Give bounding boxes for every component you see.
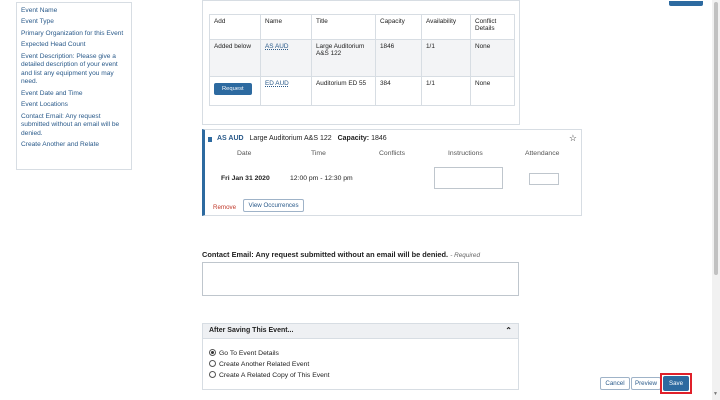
option-label: Create Another Related Event: [219, 361, 310, 368]
location-title: Large Auditorium A&S 122: [311, 39, 376, 77]
favorite-star-icon[interactable]: ☆: [569, 133, 577, 144]
location-link-as-aud[interactable]: AS AUD: [265, 43, 288, 50]
column-header-instructions: Instructions: [448, 150, 483, 157]
location-availability: 1/1: [421, 76, 471, 106]
location-conflict: None: [470, 76, 515, 106]
occurrence-date: Fri Jan 31 2020: [221, 175, 270, 182]
radio-unselected[interactable]: [209, 371, 216, 378]
column-header-title: Title: [311, 14, 376, 40]
selected-location-card: AS AUD Large Auditorium A&S 122 Capacity…: [202, 129, 582, 216]
column-header-availability: Availability: [421, 14, 471, 40]
selected-location-header: AS AUD Large Auditorium A&S 122 Capacity…: [209, 135, 387, 142]
after-saving-panel: After Saving This Event... ⌃ Go To Event…: [202, 323, 519, 390]
column-header-date: Date: [237, 150, 252, 157]
radio-unselected[interactable]: [209, 360, 216, 367]
remove-link[interactable]: Remove: [213, 204, 236, 211]
location-conflict: None: [470, 39, 515, 77]
selected-location-title: Large Auditorium A&S 122: [249, 135, 332, 142]
sidebar-item-date-time[interactable]: Event Date and Time: [21, 90, 127, 99]
add-status: Added below: [209, 39, 261, 77]
location-capacity: 1846: [375, 39, 422, 77]
attendance-input[interactable]: [529, 173, 559, 185]
capacity-label: Capacity:: [337, 135, 370, 142]
after-saving-header[interactable]: After Saving This Event... ⌃: [203, 324, 518, 339]
column-header-time: Time: [311, 150, 326, 157]
option-create-copy[interactable]: Create A Related Copy of This Event: [209, 371, 330, 379]
occurrence-time: 12:00 pm - 12:30 pm: [290, 175, 353, 182]
view-occurrences-button[interactable]: View Occurrences: [243, 199, 304, 212]
sidebar-item-primary-organization[interactable]: Primary Organization for this Event: [21, 30, 127, 39]
required-indicator: - Required: [450, 252, 481, 259]
location-availability: 1/1: [421, 39, 471, 77]
location-capacity: 384: [375, 76, 422, 106]
sidebar-item-event-locations[interactable]: Event Locations: [21, 101, 127, 110]
column-header-add: Add: [209, 14, 261, 40]
after-saving-title: After Saving This Event...: [209, 327, 294, 334]
preview-button[interactable]: Preview: [631, 377, 661, 390]
capacity-value: 1846: [371, 135, 387, 142]
column-header-conflict-details: Conflict Details: [470, 14, 515, 40]
selected-location-code[interactable]: AS AUD: [217, 135, 244, 142]
sidebar-item-event-name[interactable]: Event Name: [21, 7, 127, 16]
instructions-textarea[interactable]: [434, 167, 503, 189]
contact-email-textarea[interactable]: [202, 262, 519, 296]
column-header-capacity: Capacity: [375, 14, 422, 40]
scroll-down-arrow-icon[interactable]: ▼: [713, 391, 718, 397]
sidebar-item-create-another[interactable]: Create Another and Relate: [21, 141, 127, 150]
sidebar-item-event-description[interactable]: Event Description: Please give a detaile…: [21, 53, 127, 87]
location-link-ed-aud[interactable]: ED AUD: [265, 80, 289, 87]
locations-panel: Add Name Title Capacity Availability Con…: [202, 0, 703, 125]
sidebar-nav: Event Name Event Type Primary Organizati…: [16, 2, 132, 170]
locations-table: Add Name Title Capacity Availability Con…: [209, 14, 515, 106]
save-button[interactable]: Save: [663, 376, 689, 391]
table-row: Request ED AUD Auditorium ED 55 384 1/1 …: [209, 76, 515, 106]
column-header-conflicts: Conflicts: [379, 150, 406, 157]
search-button-partial[interactable]: [669, 1, 703, 6]
radio-selected[interactable]: [209, 349, 216, 356]
cancel-button[interactable]: Cancel: [600, 377, 630, 390]
table-header-row: Add Name Title Capacity Availability Con…: [209, 14, 515, 40]
contact-email-text: Contact Email: Any request submitted wit…: [202, 250, 449, 259]
column-header-name: Name: [260, 14, 312, 40]
location-title: Auditorium ED 55: [311, 76, 376, 106]
sidebar-item-event-type[interactable]: Event Type: [21, 18, 127, 27]
scrollbar-thumb[interactable]: [714, 2, 718, 275]
sidebar-item-head-count[interactable]: Expected Head Count: [21, 41, 127, 50]
contact-email-label: Contact Email: Any request submitted wit…: [202, 250, 480, 259]
chevron-up-icon[interactable]: ⌃: [505, 324, 512, 338]
table-row: Added below AS AUD Large Auditorium A&S …: [209, 39, 515, 77]
option-label: Go To Event Details: [219, 350, 279, 357]
sidebar-item-contact-email[interactable]: Contact Email: Any request submitted wit…: [21, 113, 127, 139]
option-label: Create A Related Copy of This Event: [219, 372, 330, 379]
column-header-attendance: Attendance: [525, 150, 560, 157]
option-create-related[interactable]: Create Another Related Event: [209, 360, 309, 368]
request-button[interactable]: Request: [214, 83, 252, 95]
option-go-to-details[interactable]: Go To Event Details: [209, 349, 279, 357]
